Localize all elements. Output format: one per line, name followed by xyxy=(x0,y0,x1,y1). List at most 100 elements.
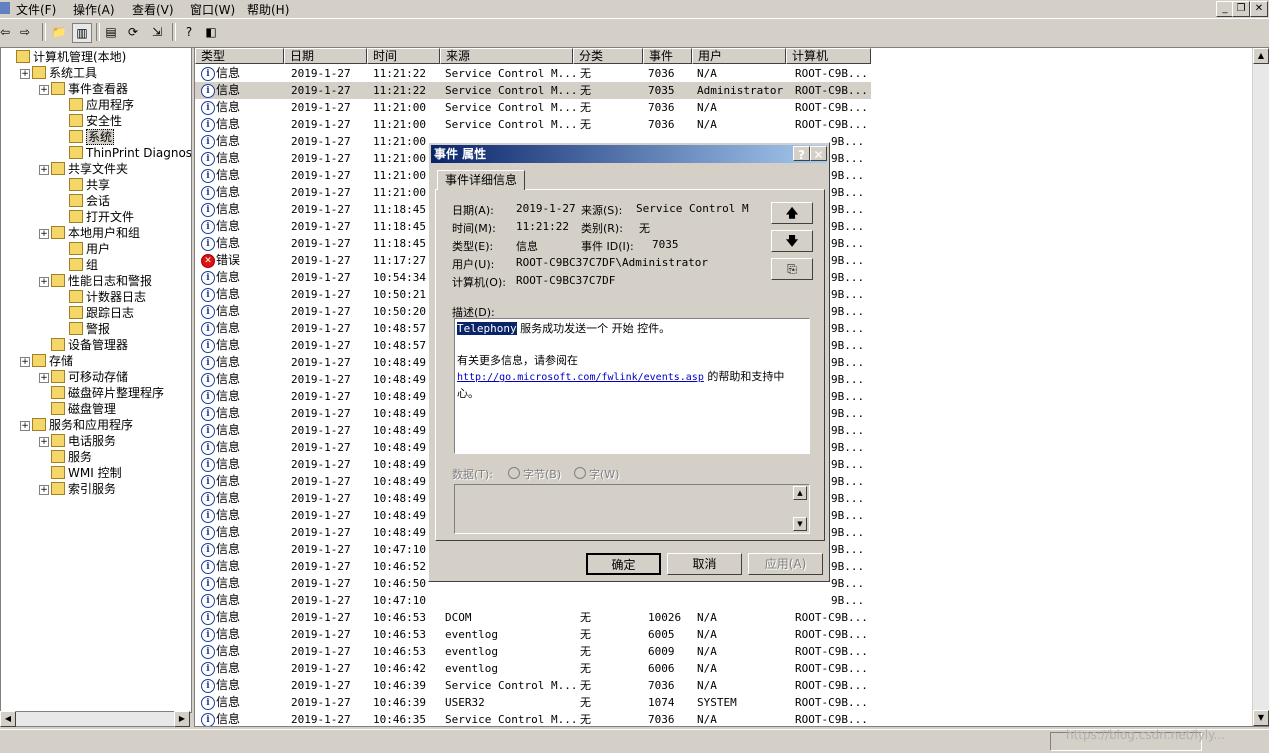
column-header-user[interactable]: 用户 xyxy=(692,48,786,64)
back-arrow-icon[interactable]: ⇦ xyxy=(0,23,14,41)
tree-item[interactable]: 索引服务 xyxy=(51,481,116,497)
scroll-up-icon[interactable]: ▲ xyxy=(1253,48,1269,64)
tree-item[interactable]: 设备管理器 xyxy=(51,337,128,353)
tree-item[interactable]: 磁盘碎片整理程序 xyxy=(51,385,164,401)
tree-horizontal-scrollbar[interactable]: ◀ ▶ xyxy=(0,711,190,727)
tree-item[interactable]: 警报 xyxy=(69,321,110,337)
scroll-down-icon[interactable]: ▼ xyxy=(793,517,807,531)
expand-toggle-icon[interactable]: + xyxy=(20,69,30,79)
tree-item[interactable]: 应用程序 xyxy=(69,97,134,113)
show-tree-icon[interactable]: ▥ xyxy=(72,23,92,43)
words-radio[interactable]: 字(W) xyxy=(574,466,619,482)
copy-button[interactable]: ⎘ xyxy=(771,258,813,280)
words-label: 字(W) xyxy=(589,468,620,481)
refresh-icon[interactable]: ⟳ xyxy=(124,23,142,41)
pane-icon[interactable]: ◧ xyxy=(202,23,220,41)
menu-action[interactable]: 操作(A) xyxy=(73,1,115,18)
expand-toggle-icon[interactable]: + xyxy=(39,485,49,495)
menu-window[interactable]: 窗口(W) xyxy=(190,1,235,18)
tree-item[interactable]: 跟踪日志 xyxy=(69,305,134,321)
table-row[interactable]: i 信息 2019-1-27 10:46:39 Service Control M...… xyxy=(195,677,871,694)
tree-item[interactable]: WMI 控制 xyxy=(51,465,122,481)
table-row[interactable]: i 信息 2019-1-27 10:46:53 eventlog 无 6009 N/A ROOT… xyxy=(195,643,871,660)
column-header-event[interactable]: 事件 xyxy=(643,48,692,64)
tree-item[interactable]: 共享文件夹 xyxy=(51,161,128,177)
cell-time: 11:21:00 xyxy=(373,152,426,165)
tree-item[interactable]: 系统 xyxy=(69,129,115,145)
restore-icon[interactable]: ❐ xyxy=(1232,1,1250,17)
data-textbox[interactable]: ▲ ▼ xyxy=(454,484,810,534)
cancel-button[interactable]: 取消 xyxy=(667,553,742,575)
tree-item[interactable]: 打开文件 xyxy=(69,209,134,225)
forward-arrow-icon[interactable]: ⇨ xyxy=(16,23,34,41)
next-event-button[interactable]: 🡇 xyxy=(771,230,813,252)
column-header-time[interactable]: 时间 xyxy=(367,48,440,64)
ok-button[interactable]: 确定 xyxy=(586,553,661,575)
tree-item[interactable]: 事件查看器 xyxy=(51,81,128,97)
tree-item[interactable]: 用户 xyxy=(69,241,110,257)
apply-button[interactable]: 应用(A) xyxy=(748,553,823,575)
dialog-close-icon[interactable]: ✕ xyxy=(810,146,827,162)
tree-item[interactable]: 组 xyxy=(69,257,98,273)
tree-item[interactable]: 计数器日志 xyxy=(69,289,146,305)
tree-item[interactable]: 可移动存储 xyxy=(51,369,128,385)
column-header-category[interactable]: 分类 xyxy=(573,48,643,64)
table-row[interactable]: i 信息 2019-1-27 10:46:42 eventlog 无 6006 N/A ROOT… xyxy=(195,660,871,677)
table-row[interactable]: i 信息 2019-1-27 11:21:22 Service Control M...… xyxy=(195,65,871,82)
close-icon[interactable]: ✕ xyxy=(1250,1,1268,17)
help-icon[interactable]: ? xyxy=(180,23,198,41)
scroll-up-icon[interactable]: ▲ xyxy=(793,486,807,500)
table-row[interactable]: i 信息 2019-1-27 10:46:53 DCOM 无 10026 N/A ROOT-C9… xyxy=(195,609,871,626)
expand-toggle-icon[interactable]: + xyxy=(39,165,49,175)
tree-item[interactable]: 磁盘管理 xyxy=(51,401,116,417)
table-row[interactable]: i 信息 2019-1-27 11:21:00 Service Control M...… xyxy=(195,116,871,133)
tree-item[interactable]: 安全性 xyxy=(69,113,122,129)
table-row[interactable]: i 信息 2019-1-27 10:47:10 xyxy=(195,592,871,609)
tree-item[interactable]: 电话服务 xyxy=(51,433,116,449)
table-row[interactable]: i 信息 2019-1-27 10:46:35 Service Control M...… xyxy=(195,711,871,726)
properties-icon[interactable]: ▤ xyxy=(102,23,120,41)
tree-item[interactable]: 性能日志和警报 xyxy=(51,273,152,289)
description-link[interactable]: http://go.microsoft.com/fwlink/events.as… xyxy=(457,372,704,383)
tree-item[interactable]: 服务 xyxy=(51,449,92,465)
tree-item[interactable]: 会话 xyxy=(69,193,110,209)
tree-item[interactable]: 本地用户和组 xyxy=(51,225,140,241)
bytes-radio[interactable]: 字节(B) xyxy=(508,466,561,482)
table-row[interactable]: i 信息 2019-1-27 10:46:53 eventlog 无 6005 N/A ROOT… xyxy=(195,626,871,643)
column-header-computer[interactable]: 计算机 xyxy=(786,48,871,64)
tree-item[interactable]: 服务和应用程序 xyxy=(32,417,133,433)
tree-item[interactable]: 存储 xyxy=(32,353,73,369)
menu-file[interactable]: 文件(F) xyxy=(16,1,56,18)
tree-item[interactable]: 计算机管理(本地) xyxy=(16,49,126,65)
expand-toggle-icon[interactable]: + xyxy=(39,85,49,95)
scroll-left-icon[interactable]: ◀ xyxy=(0,711,16,727)
description-textbox[interactable]: Telephony 服务成功发送一个 开始 控件。 有关更多信息，请参阅在 ht… xyxy=(454,318,810,454)
expand-toggle-icon[interactable]: + xyxy=(39,373,49,383)
tree-item[interactable]: 系统工具 xyxy=(32,65,97,81)
table-row[interactable]: i 信息 2019-1-27 11:21:00 Service Control M...… xyxy=(195,99,871,116)
table-row[interactable]: i 信息 2019-1-27 10:46:39 USER32 无 1074 SYSTEM ROO… xyxy=(195,694,871,711)
expand-toggle-icon[interactable]: + xyxy=(20,357,30,367)
dialog-title-bar[interactable]: 事件 属性 ? ✕ xyxy=(431,145,827,163)
table-row[interactable]: i 信息 2019-1-27 11:21:22 Service Control M...… xyxy=(195,82,871,99)
column-header-date[interactable]: 日期 xyxy=(284,48,367,64)
expand-toggle-icon[interactable]: + xyxy=(39,437,49,447)
tree-item-label: 索引服务 xyxy=(68,482,117,496)
up-folder-icon[interactable]: 📁 xyxy=(50,23,68,41)
scroll-right-icon[interactable]: ▶ xyxy=(174,711,190,727)
expand-toggle-icon[interactable]: + xyxy=(39,277,49,287)
menu-view[interactable]: 查看(V) xyxy=(132,1,174,18)
column-header-source[interactable]: 来源 xyxy=(440,48,573,64)
export-icon[interactable]: ⇲ xyxy=(148,23,166,41)
help-question-icon[interactable]: ? xyxy=(793,146,810,162)
scroll-down-icon[interactable]: ▼ xyxy=(1253,710,1269,726)
previous-event-button[interactable]: 🡅 xyxy=(771,202,813,224)
tree-item[interactable]: ThinPrint Diagnosti xyxy=(69,145,191,161)
tree-item[interactable]: 共享 xyxy=(69,177,110,193)
expand-toggle-icon[interactable]: + xyxy=(39,229,49,239)
expand-toggle-icon[interactable]: + xyxy=(20,421,30,431)
menu-help[interactable]: 帮助(H) xyxy=(247,1,289,18)
tab-event-details[interactable]: 事件详细信息 xyxy=(437,170,525,190)
column-header-type[interactable]: 类型 xyxy=(195,48,284,64)
list-vertical-scrollbar[interactable]: ▲ ▼ xyxy=(1252,48,1269,726)
